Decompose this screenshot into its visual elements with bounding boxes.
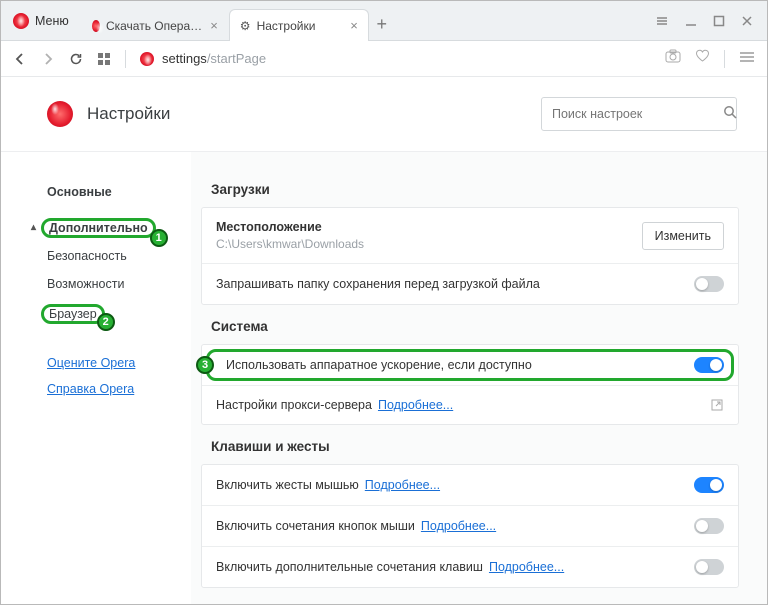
address-bar[interactable]: settings/startPage: [140, 51, 266, 66]
sidebar-item-label: Браузер: [49, 307, 97, 321]
change-location-button[interactable]: Изменить: [642, 222, 724, 250]
opera-icon: [47, 101, 73, 127]
tab-settings[interactable]: ⚙ Настройки ×: [229, 9, 369, 41]
tab-download-opera[interactable]: Скачать Опера для компь ×: [81, 9, 229, 41]
navbar-right: [665, 49, 755, 68]
toggle-rocker[interactable]: [694, 518, 724, 534]
sidebar-item-security[interactable]: Безопасность: [1, 242, 191, 270]
row-label: Включить жесты мышью: [216, 478, 359, 492]
row-label: Запрашивать папку сохранения перед загру…: [216, 277, 540, 291]
settings-header: Настройки: [1, 77, 767, 152]
section-title-keys: Клавиши и жесты: [211, 439, 739, 454]
rocker-row[interactable]: Включить сочетания кнопок мыши Подробнее…: [202, 505, 738, 546]
tab-label: Скачать Опера для компь: [106, 19, 204, 33]
toggle-hw-accel[interactable]: [694, 357, 724, 373]
hw-accel-row[interactable]: 3 Использовать аппаратное ускорение, есл…: [202, 345, 738, 385]
proxy-more-link[interactable]: Подробнее...: [378, 398, 453, 412]
opera-icon: [92, 20, 100, 32]
sidebar-item-advanced[interactable]: ▴ Дополнительно 1: [1, 214, 191, 242]
divider: [125, 50, 126, 68]
forward-icon[interactable]: [41, 52, 55, 66]
settings-search[interactable]: [541, 97, 737, 131]
system-card: 3 Использовать аппаратное ускорение, есл…: [201, 344, 739, 425]
search-input[interactable]: [550, 106, 715, 122]
opera-icon: [13, 13, 29, 29]
opera-icon: [140, 52, 154, 66]
chevron-up-icon: ▴: [31, 222, 36, 233]
toggle-mouse-gestures[interactable]: [694, 477, 724, 493]
download-location-row: Местоположение C:\Users\kmwar\Downloads …: [202, 208, 738, 263]
url-host: settings: [162, 51, 207, 66]
row-label: Настройки прокси-сервера: [216, 398, 372, 412]
more-link[interactable]: Подробнее...: [489, 560, 564, 574]
row-label: Включить дополнительные сочетания клавиш: [216, 560, 483, 574]
downloads-card: Местоположение C:\Users\kmwar\Downloads …: [201, 207, 739, 305]
help-opera-link[interactable]: Справка Opera: [1, 376, 191, 402]
settings-body: Основные ▴ Дополнительно 1 Безопасность …: [1, 152, 767, 605]
menu-label: Меню: [35, 14, 69, 28]
close-icon[interactable]: ×: [210, 18, 218, 33]
download-location-label: Местоположение: [216, 220, 364, 234]
sidebar-item-basic[interactable]: Основные: [1, 178, 191, 206]
annotation-badge-2: 2: [97, 313, 115, 331]
reload-icon[interactable]: [69, 52, 83, 66]
section-title-downloads: Загрузки: [211, 182, 739, 197]
external-icon: [710, 398, 724, 412]
settings-content: Загрузки Местоположение C:\Users\kmwar\D…: [191, 152, 767, 605]
divider: [724, 50, 725, 68]
defaults-icon[interactable]: [655, 14, 669, 28]
sidebar-item-features[interactable]: Возможности: [1, 270, 191, 298]
sidebar-item-label: Дополнительно: [49, 221, 148, 235]
snapshot-icon[interactable]: [665, 49, 681, 68]
sidebar: Основные ▴ Дополнительно 1 Безопасность …: [1, 152, 191, 605]
start-page-icon[interactable]: [97, 52, 111, 66]
close-icon[interactable]: [741, 15, 753, 27]
titlebar: Меню Скачать Опера для компь × ⚙ Настрой…: [1, 1, 767, 41]
ask-before-download-row[interactable]: Запрашивать папку сохранения перед загру…: [202, 263, 738, 304]
close-icon[interactable]: ×: [350, 18, 358, 33]
proxy-row[interactable]: Настройки прокси-сервера Подробнее...: [202, 385, 738, 424]
url-path: /startPage: [207, 51, 266, 66]
menu-button[interactable]: Меню: [1, 1, 81, 40]
annotation-badge-3: 3: [196, 356, 214, 374]
section-title-system: Система: [211, 319, 739, 334]
window-controls: [655, 1, 767, 40]
row-label: Включить сочетания кнопок мыши: [216, 519, 415, 533]
back-icon[interactable]: [13, 52, 27, 66]
maximize-icon[interactable]: [713, 15, 725, 27]
download-location-value: C:\Users\kmwar\Downloads: [216, 237, 364, 251]
toggle-extra-keys[interactable]: [694, 559, 724, 575]
search-icon: [723, 105, 737, 124]
navbar: settings/startPage: [1, 41, 767, 77]
easy-setup-icon[interactable]: [739, 50, 755, 68]
row-label: Использовать аппаратное ускорение, если …: [226, 358, 532, 372]
gear-icon: ⚙: [240, 19, 251, 33]
rate-opera-link[interactable]: Оцените Opera: [1, 350, 191, 376]
tab-label: Настройки: [257, 19, 316, 33]
more-link[interactable]: Подробнее...: [365, 478, 440, 492]
heart-icon[interactable]: [695, 49, 710, 68]
more-link[interactable]: Подробнее...: [421, 519, 496, 533]
new-tab-button[interactable]: +: [369, 9, 395, 40]
keys-card: Включить жесты мышью Подробнее... Включи…: [201, 464, 739, 588]
extra-keys-row[interactable]: Включить дополнительные сочетания клавиш…: [202, 546, 738, 587]
sidebar-item-browser[interactable]: Браузер 2: [1, 300, 191, 328]
mouse-gestures-row[interactable]: Включить жесты мышью Подробнее...: [202, 465, 738, 505]
app-window: Меню Скачать Опера для компь × ⚙ Настрой…: [0, 0, 768, 605]
minimize-icon[interactable]: [685, 15, 697, 27]
toggle-ask-before-download[interactable]: [694, 276, 724, 292]
page-title: Настройки: [87, 104, 170, 124]
